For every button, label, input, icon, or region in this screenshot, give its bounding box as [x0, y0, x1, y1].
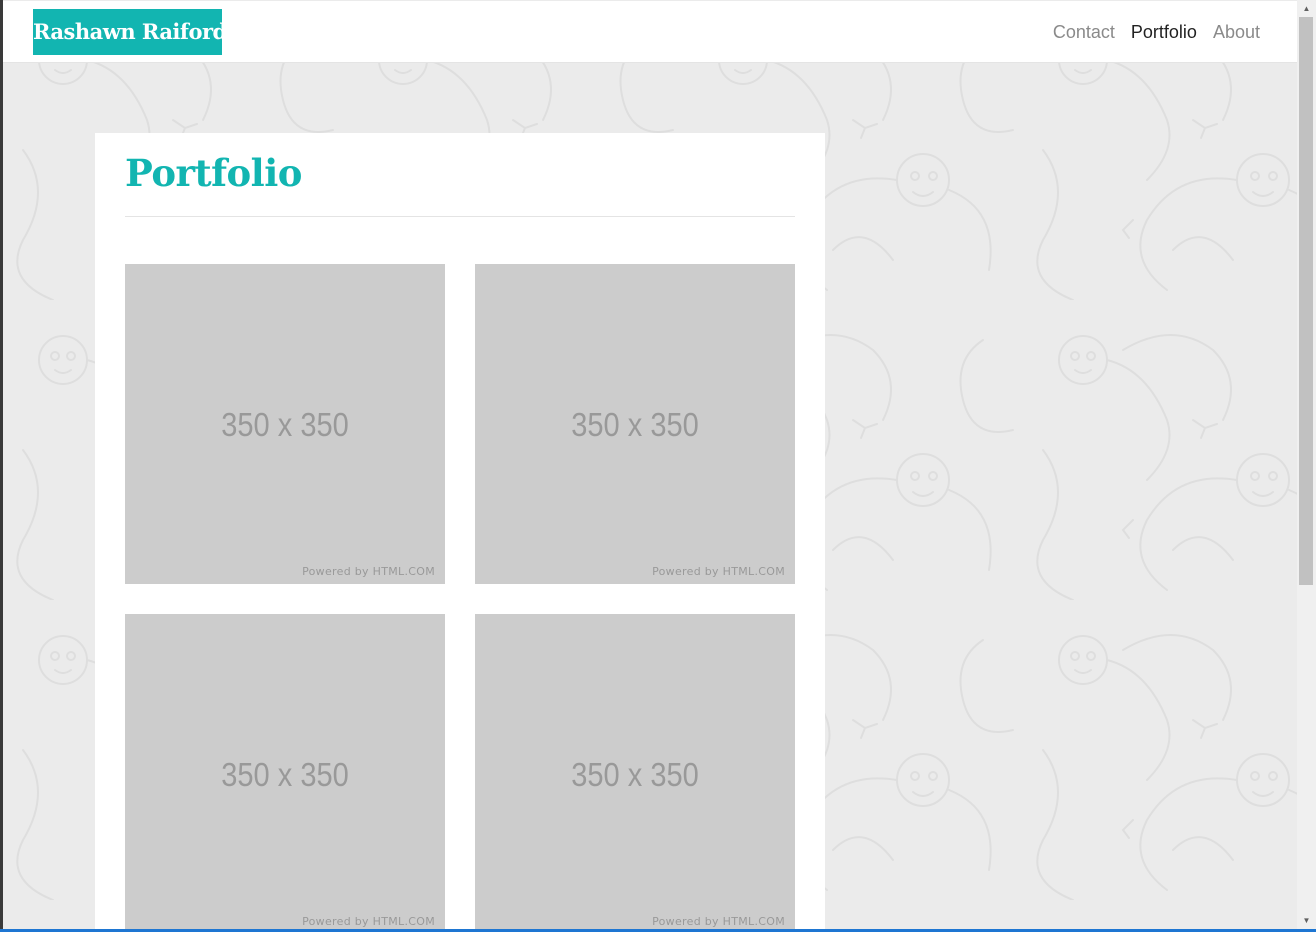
thumbnail-size-label: 350 x 350 — [571, 406, 699, 443]
portfolio-thumbnail-3[interactable]: 350 x 350 Powered by HTML.COM — [125, 614, 445, 929]
thumbnail-size-label: 350 x 350 — [571, 756, 699, 793]
thumbnail-credit: Powered by HTML.COM — [302, 915, 435, 928]
nav-link-portfolio[interactable]: Portfolio — [1131, 22, 1197, 43]
title-divider — [125, 216, 795, 217]
portfolio-thumbnail-1[interactable]: 350 x 350 Powered by HTML.COM — [125, 264, 445, 584]
thumbnail-size-label: 350 x 350 — [221, 756, 349, 793]
thumbnail-size-label: 350 x 350 — [221, 406, 349, 443]
portfolio-card: Portfolio 350 x 350 Powered by HTML.COM … — [95, 133, 825, 929]
page-title: Portfolio — [125, 151, 302, 195]
scroll-up-arrow-icon[interactable]: ▲ — [1297, 0, 1316, 17]
vertical-scrollbar[interactable]: ▲ ▼ — [1297, 0, 1316, 929]
scrollbar-thumb[interactable] — [1299, 17, 1313, 585]
page-viewport: Rashawn Raiford Contact Portfolio About … — [3, 0, 1297, 929]
thumbnail-credit: Powered by HTML.COM — [302, 565, 435, 578]
thumbnail-credit: Powered by HTML.COM — [652, 915, 785, 928]
brand-logo-link[interactable]: Rashawn Raiford — [33, 9, 222, 55]
thumbnail-credit: Powered by HTML.COM — [652, 565, 785, 578]
scroll-down-arrow-icon[interactable]: ▼ — [1297, 912, 1316, 929]
nav-link-contact[interactable]: Contact — [1053, 22, 1115, 43]
top-navbar: Rashawn Raiford Contact Portfolio About — [3, 1, 1297, 63]
portfolio-thumbnail-4[interactable]: 350 x 350 Powered by HTML.COM — [475, 614, 795, 929]
nav-link-about[interactable]: About — [1213, 22, 1260, 43]
portfolio-thumbnail-2[interactable]: 350 x 350 Powered by HTML.COM — [475, 264, 795, 584]
main-nav: Contact Portfolio About — [1053, 1, 1260, 63]
